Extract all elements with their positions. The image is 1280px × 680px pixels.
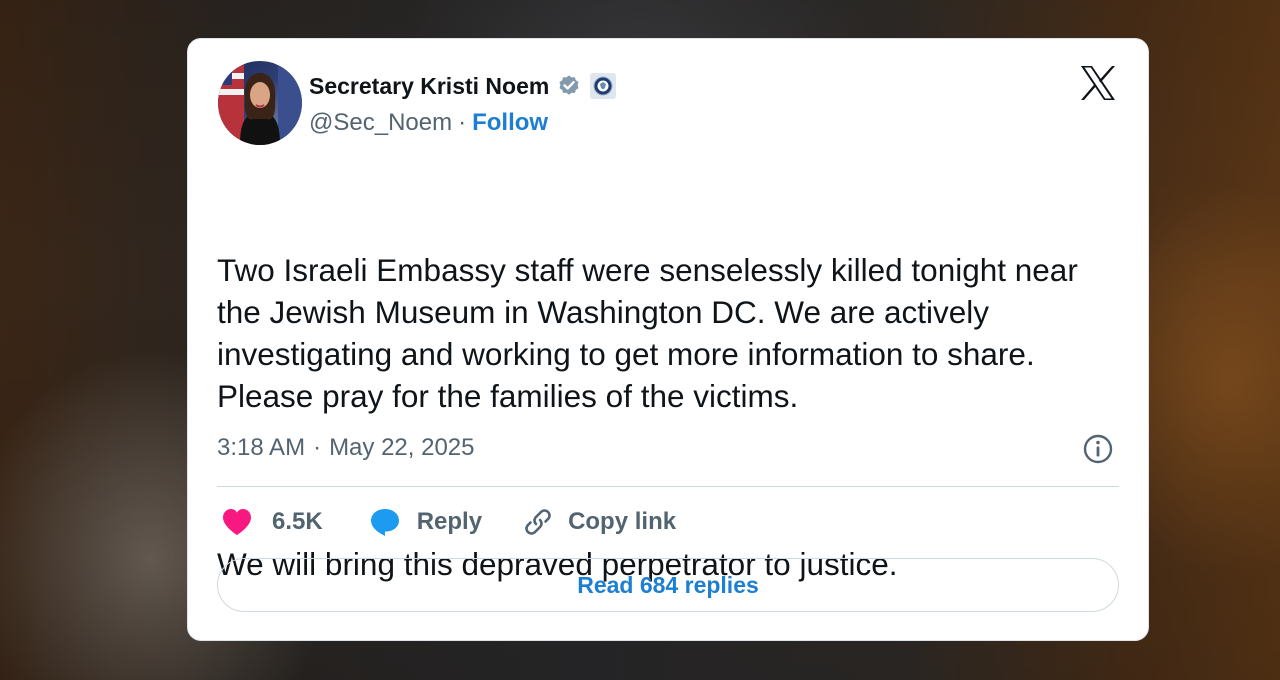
like-count: 6.5K xyxy=(272,508,323,535)
tweet-date: May 22, 2025 xyxy=(329,434,475,461)
like-button[interactable]: 6.5K xyxy=(221,507,323,537)
reply-label: Reply xyxy=(416,508,483,535)
action-bar: 6.5K Reply Copy link xyxy=(221,505,676,539)
divider xyxy=(217,486,1119,487)
copy-link-button[interactable]: Copy link xyxy=(522,506,676,538)
reply-button[interactable]: Reply xyxy=(369,506,482,538)
avatar[interactable] xyxy=(218,61,302,145)
author-handle[interactable]: @Sec_Noem xyxy=(309,109,452,137)
tweet-paragraph: Two Israeli Embassy staff were senseless… xyxy=(217,252,1087,414)
separator-dot: · xyxy=(458,109,467,136)
follow-button[interactable]: Follow xyxy=(472,109,548,137)
author-row: Secretary Kristi Noem xyxy=(309,69,617,103)
link-icon xyxy=(525,509,551,535)
handle-row: @Sec_Noem · Follow xyxy=(309,107,548,139)
dhs-seal-icon xyxy=(590,73,617,99)
copy-link-label: Copy link xyxy=(568,508,677,535)
heart-icon xyxy=(223,509,251,535)
info-icon[interactable] xyxy=(1082,433,1114,465)
verified-badge-icon xyxy=(559,75,579,95)
tweet-time: 3:18 AM xyxy=(217,434,306,461)
tweet-timestamp[interactable]: 3:18 AM · May 22, 2025 xyxy=(217,434,475,462)
speech-bubble-icon xyxy=(370,509,399,536)
x-logo-icon[interactable] xyxy=(1078,63,1118,103)
tweet-embed-card: Secretary Kristi Noem @Sec_Noem · Follow… xyxy=(187,38,1149,641)
author-name[interactable]: Secretary Kristi Noem xyxy=(309,73,549,100)
separator-dot: · xyxy=(313,434,322,461)
read-replies-button[interactable]: Read 684 replies xyxy=(217,558,1119,612)
